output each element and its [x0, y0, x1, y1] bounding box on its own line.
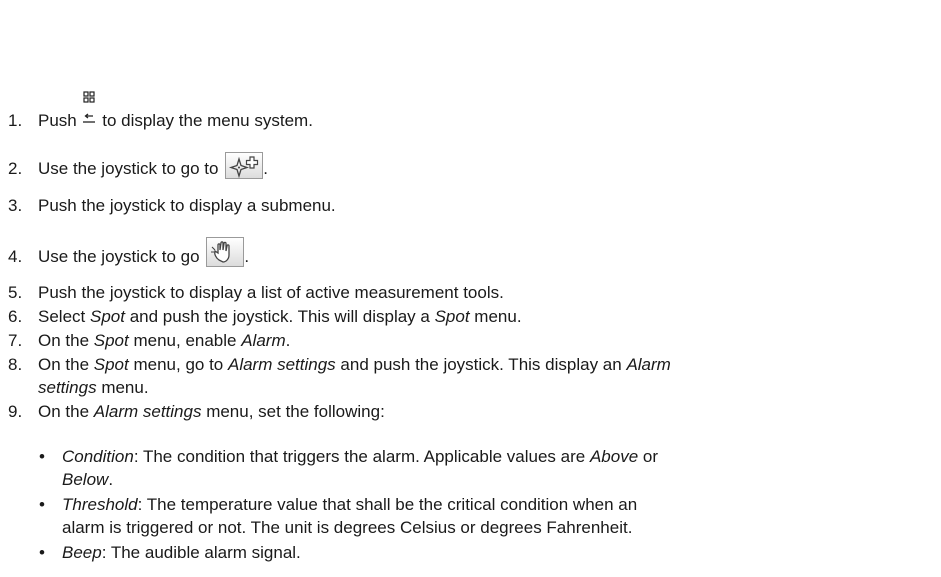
- step-number: 8.: [8, 355, 23, 374]
- bullet-condition-continuation: Below.: [62, 470, 114, 489]
- hand-tool-icon: [206, 237, 245, 267]
- step-number: 3.: [8, 196, 23, 215]
- step-8-continuation: settings menu.: [38, 378, 149, 397]
- step-9: 9. On the Alarm settings menu, set the fo…: [8, 402, 385, 421]
- bullet-icon: •: [39, 447, 45, 466]
- step-2: 2. Use the joystick to go to .: [8, 152, 931, 179]
- step-number: 1.: [8, 111, 23, 130]
- step-5: 5. Push the joystick to display a list of…: [8, 283, 504, 302]
- step-number: 6.: [8, 307, 23, 326]
- step-number: 2.: [8, 159, 23, 178]
- step-7: 7. On the Spot menu, enable Alarm.: [8, 331, 291, 350]
- step-number: 9.: [8, 402, 23, 421]
- bullet-threshold: Threshold: The temperature value that sh…: [62, 495, 638, 514]
- bullet-icon: •: [39, 543, 45, 562]
- bullet-icon: •: [39, 495, 45, 514]
- measurement-add-icon: [225, 152, 264, 179]
- step-number: 4.: [8, 247, 23, 266]
- step-8: 8. On the Spot menu, go to Alarm settings…: [8, 355, 671, 374]
- bullet-beep: Beep: The audible alarm signal.: [62, 543, 301, 562]
- bullet-threshold-continuation: alarm is triggered or not. The unit is d…: [62, 518, 633, 537]
- step-number: 7.: [8, 331, 23, 350]
- step-1: 1. Push to display the menu system.: [8, 91, 931, 131]
- step-6: 6. Select Spot and push the joystick. Thi…: [8, 307, 522, 326]
- step-4: 4. Use the joystick to go .: [8, 237, 931, 267]
- bullet-condition: Condition: The condition that triggers t…: [62, 447, 658, 466]
- menu-back-button-icon: [81, 91, 97, 131]
- step-number: 5.: [8, 283, 23, 302]
- step-3: 3. Push the joystick to display a submenu…: [8, 196, 336, 215]
